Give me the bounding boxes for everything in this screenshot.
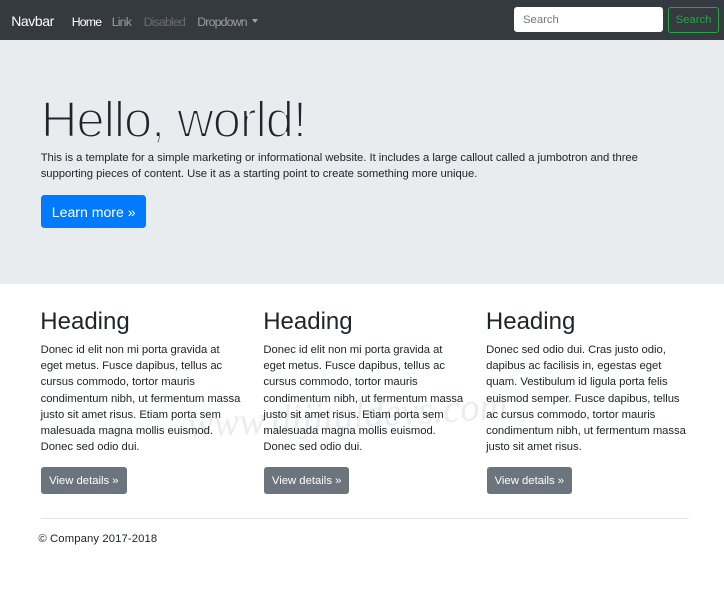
svg-text:Hello, world!: Hello, world! (41, 91, 306, 148)
